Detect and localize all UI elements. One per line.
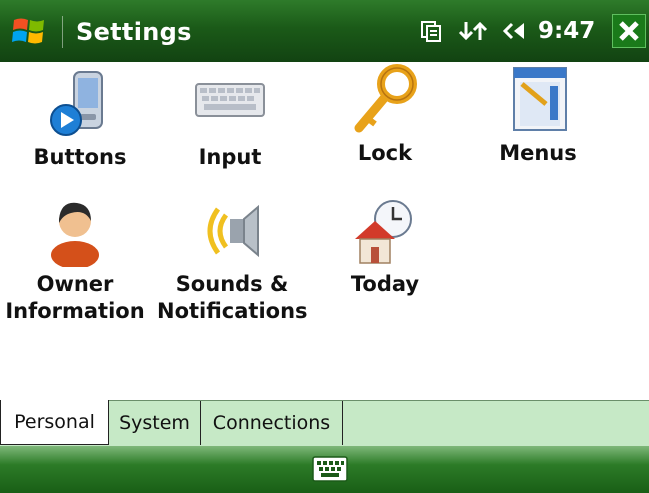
settings-item-lock[interactable]: Lock bbox=[325, 62, 445, 167]
settings-item-label: Menus bbox=[499, 141, 577, 165]
title-bar: Settings 9:47 bbox=[0, 0, 649, 62]
settings-item-label: Lock bbox=[357, 141, 413, 165]
settings-item-label: Today bbox=[350, 272, 420, 296]
speaker-sound-icon bbox=[192, 195, 272, 267]
connectivity-icon[interactable] bbox=[420, 20, 442, 42]
title-separator bbox=[62, 16, 63, 48]
windows-start-button[interactable] bbox=[8, 14, 56, 50]
keyboard-icon bbox=[190, 68, 270, 140]
label-line-1: Owner bbox=[36, 272, 114, 296]
settings-item-buttons[interactable]: Buttons bbox=[20, 68, 140, 171]
sync-arrows-icon[interactable] bbox=[456, 20, 490, 42]
menus-window-icon bbox=[498, 62, 578, 140]
settings-item-input[interactable]: Input bbox=[170, 68, 290, 171]
tab-connections[interactable]: Connections bbox=[201, 401, 343, 445]
tab-system[interactable]: System bbox=[109, 401, 201, 445]
keyboard-input-icon bbox=[312, 456, 348, 482]
settings-item-today[interactable]: Today bbox=[325, 195, 445, 298]
close-icon bbox=[619, 21, 639, 41]
softkey-bar bbox=[0, 446, 649, 493]
speaker-icon[interactable] bbox=[502, 20, 536, 42]
input-panel-button[interactable] bbox=[312, 456, 348, 482]
house-clock-icon bbox=[345, 195, 425, 267]
page-title: Settings bbox=[76, 18, 192, 46]
tab-personal[interactable]: Personal bbox=[0, 400, 109, 445]
key-icon bbox=[345, 62, 425, 140]
settings-item-menus[interactable]: Menus bbox=[478, 62, 598, 167]
label-line-2: Notifications bbox=[157, 299, 308, 323]
settings-item-owner-information[interactable]: Owner Information bbox=[0, 195, 150, 325]
settings-item-label: Input bbox=[198, 145, 262, 169]
clock[interactable]: 9:47 bbox=[538, 18, 595, 44]
settings-item-label: Buttons bbox=[33, 145, 127, 169]
tab-bar: Personal System Connections bbox=[0, 400, 649, 446]
owner-person-icon bbox=[35, 195, 115, 269]
settings-item-label: Owner Information bbox=[0, 271, 150, 325]
settings-item-sounds-notifications[interactable]: Sounds & Notifications bbox=[157, 195, 308, 325]
buttons-device-icon bbox=[40, 68, 120, 140]
settings-item-label: Sounds & Notifications bbox=[157, 271, 308, 325]
label-line-2: Information bbox=[5, 299, 145, 323]
windows-logo-icon bbox=[12, 18, 44, 44]
close-button[interactable] bbox=[612, 14, 646, 48]
label-line-1: Sounds & bbox=[175, 272, 289, 296]
